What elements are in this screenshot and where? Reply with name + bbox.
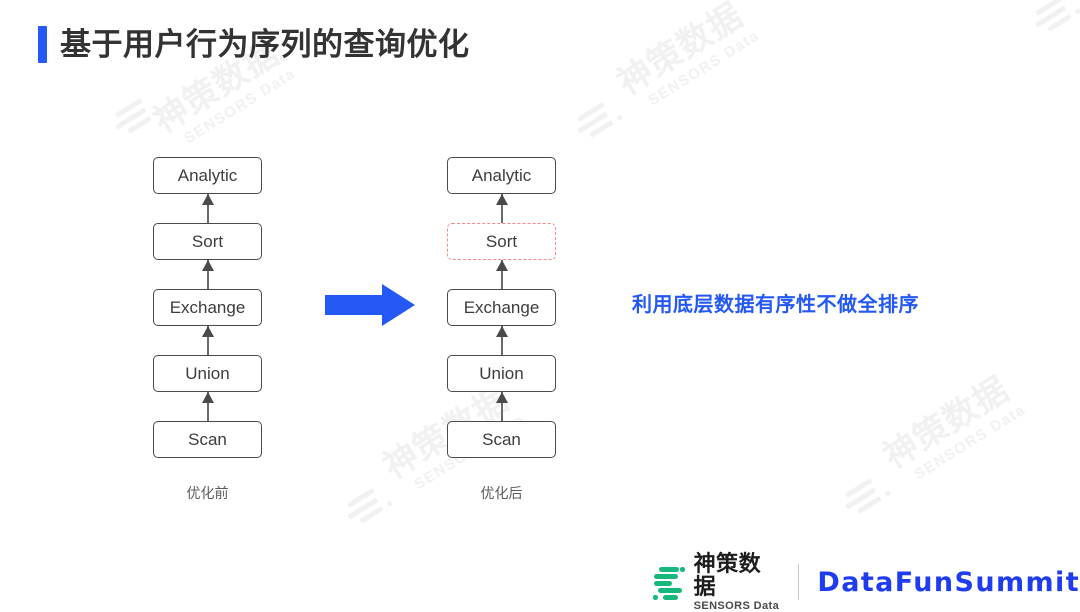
- title-text: 基于用户行为序列的查询优化: [60, 27, 470, 62]
- watermark-cn: 神策数据: [876, 370, 1016, 477]
- page-title: 基于用户行为序列的查询优化: [38, 26, 470, 63]
- sensors-name-en: SENSORS Data: [693, 600, 780, 612]
- flow-node-label: Scan: [188, 429, 227, 449]
- watermark-en: SENSORS Data: [181, 65, 299, 148]
- flow-node-label: Sort: [485, 231, 518, 251]
- flow-node-sort-before[interactable]: Sort: [153, 223, 262, 260]
- transition-arrow-icon: [325, 284, 415, 326]
- footer-logos: 神策数据 SENSORS Data DataFunSummit: [652, 552, 1080, 612]
- flow-node-analytic-after[interactable]: Analytic: [447, 157, 556, 194]
- watermark-cn: 神策数据: [610, 0, 750, 103]
- title-accent-bar: [38, 26, 47, 63]
- flow-arrow-up: [153, 392, 262, 421]
- flow-caption-before: 优化前: [186, 485, 229, 501]
- flow-node-union-after[interactable]: Union: [447, 355, 556, 392]
- conference-logo: DataFunSummit: [817, 566, 1080, 598]
- flow-node-label: Exchange: [169, 297, 246, 317]
- watermark-en: SENSORS Data: [911, 401, 1029, 484]
- sensors-logo-icon: [652, 563, 685, 601]
- flow-node-label: Analytic: [177, 165, 238, 185]
- flow-node-union-before[interactable]: Union: [153, 355, 262, 392]
- flow-arrow-up: [153, 194, 262, 223]
- flow-arrow-up: [153, 326, 262, 355]
- flow-arrow-up: [447, 260, 556, 289]
- sensors-name-cn: 神策数据: [693, 551, 762, 600]
- watermark-en: SENSORS Data: [645, 27, 763, 110]
- arrow-head-icon: [495, 260, 508, 271]
- flow-arrow-up: [153, 260, 262, 289]
- flow-node-label: Sort: [191, 231, 224, 251]
- footer-divider: [797, 564, 800, 601]
- flow-node-label: Union: [479, 363, 524, 383]
- watermark-text: 神策数据 SENSORS Data: [610, 0, 763, 117]
- arrow-head-icon: [495, 392, 508, 403]
- flow-node-sort-after-removed[interactable]: Sort: [447, 223, 556, 260]
- flow-caption-after: 优化后: [480, 485, 523, 501]
- sensors-wordmark: 神策数据 SENSORS Data: [694, 552, 780, 612]
- annotation-text: 利用底层数据有序性不做全排序: [632, 294, 919, 316]
- flow-node-label: Exchange: [463, 297, 540, 317]
- arrow-head-icon: [201, 194, 214, 205]
- arrow-head-icon: [495, 326, 508, 337]
- flow-node-scan-after[interactable]: Scan: [447, 421, 556, 458]
- flow-arrow-up: [447, 326, 556, 355]
- flow-arrow-up: [447, 194, 556, 223]
- flow-after: Analytic Sort Exchange Union Scan 优化后: [447, 157, 556, 503]
- flow-node-label: Analytic: [471, 165, 532, 185]
- arrow-head-icon: [495, 194, 508, 205]
- flow-node-analytic-before[interactable]: Analytic: [153, 157, 262, 194]
- arrow-head-icon: [201, 326, 214, 337]
- watermark-stripe-mark: [838, 473, 894, 523]
- flow-node-label: Scan: [482, 429, 521, 449]
- flow-node-label: Union: [185, 363, 230, 383]
- watermark-text: 神策数据 SENSORS Data: [876, 370, 1029, 491]
- flow-node-exchange-before[interactable]: Exchange: [153, 289, 262, 326]
- arrow-head-icon: [201, 392, 214, 403]
- arrow-head-icon: [201, 260, 214, 271]
- watermark-stripe-mark: [1028, 0, 1080, 41]
- flow-node-scan-before[interactable]: Scan: [153, 421, 262, 458]
- watermark-stripe-mark: [108, 93, 164, 143]
- watermark-stripe-mark: [570, 97, 626, 147]
- flow-arrow-up: [447, 392, 556, 421]
- flow-node-exchange-after[interactable]: Exchange: [447, 289, 556, 326]
- flow-before: Analytic Sort Exchange Union Scan 优化前: [153, 157, 262, 503]
- watermark-stripe-mark: [340, 483, 396, 533]
